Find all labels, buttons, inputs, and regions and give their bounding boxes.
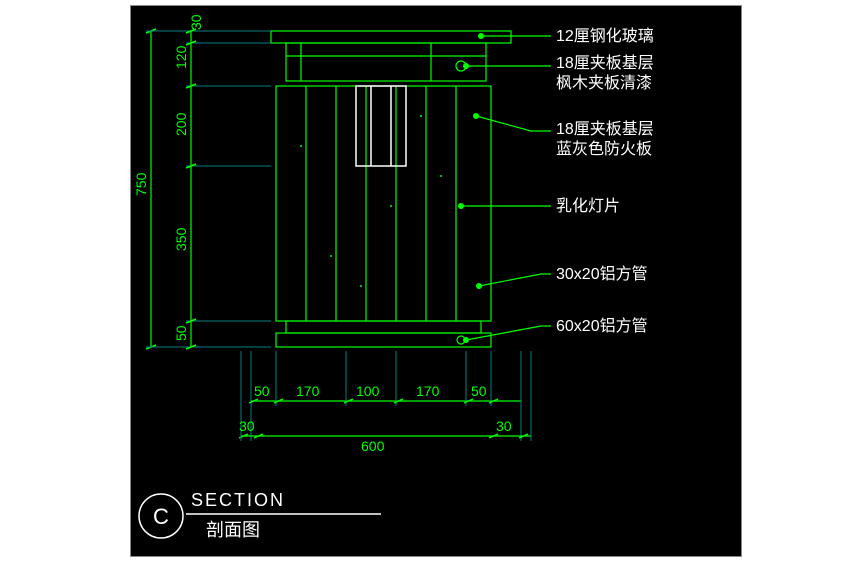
dim-value: 350 xyxy=(173,227,189,251)
tube-60x20 xyxy=(276,333,491,347)
glass-top xyxy=(271,31,511,43)
annotation: 60x20铝方管 xyxy=(556,317,648,335)
dim-value: 170 xyxy=(416,383,440,399)
dim-value: 170 xyxy=(296,383,320,399)
annotation: 18厘夹板基层 xyxy=(556,120,654,138)
upper-box xyxy=(286,43,486,81)
dim-value: 30 xyxy=(188,14,204,30)
annotation: 蓝灰色防火板 xyxy=(556,140,652,158)
section-drawing: 750 30 120 200 350 50 xyxy=(131,6,741,556)
section-label-en: SECTION xyxy=(191,490,285,510)
dim-value: 50 xyxy=(254,383,270,399)
dim-value: 100 xyxy=(356,383,380,399)
dim-value: 120 xyxy=(173,45,189,69)
center-drop xyxy=(356,86,406,166)
dim-value: 50 xyxy=(471,383,487,399)
dim-value: 50 xyxy=(173,325,189,341)
tube-30x20 xyxy=(286,321,481,333)
canvas: 750 30 120 200 350 50 xyxy=(0,0,867,562)
annotation: 枫木夹板清漆 xyxy=(556,74,652,92)
section-label-cn: 剖面图 xyxy=(206,520,260,540)
main-body xyxy=(276,86,491,321)
dim-value: 600 xyxy=(361,438,385,454)
annotation: 18厘夹板基层 xyxy=(556,54,654,72)
dim-value: 200 xyxy=(173,112,189,136)
dim-value: 30 xyxy=(239,418,255,434)
dim-value: 750 xyxy=(133,172,149,196)
dim-value: 30 xyxy=(496,418,512,434)
annotation: 30x20铝方管 xyxy=(556,265,648,283)
annotation: 乳化灯片 xyxy=(556,197,620,215)
annotation: 12厘钢化玻璃 xyxy=(556,27,654,45)
section-letter: C xyxy=(153,504,169,529)
cad-viewport: 750 30 120 200 350 50 xyxy=(130,5,742,557)
